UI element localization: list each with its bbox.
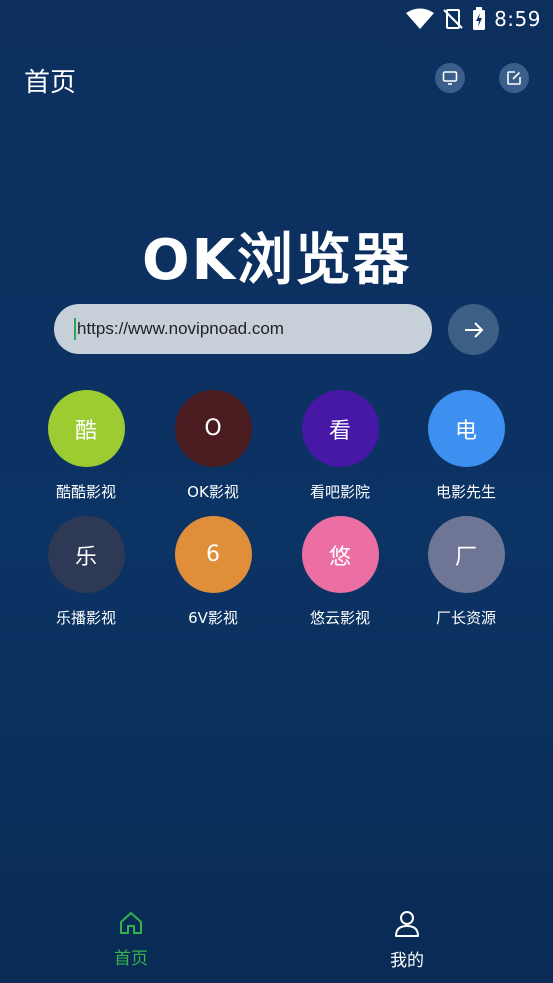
shortcut-item[interactable]: 看 看吧影院 [277, 390, 403, 502]
nav-mine[interactable]: 我的 [347, 910, 467, 971]
shortcut-label: 6V影视 [188, 609, 238, 627]
shortcut-icon: 酷 [47, 390, 125, 467]
shortcut-icon: 悠 [301, 516, 379, 593]
shortcut-icon: 乐 [47, 516, 125, 593]
shortcut-icon: 看 [301, 390, 379, 467]
shortcut-icon: 6 [174, 516, 252, 593]
shortcut-label: 乐播影视 [55, 609, 116, 627]
page-title: 首页 [24, 68, 77, 98]
shortcut-item[interactable]: 乐 乐播影视 [23, 516, 149, 628]
tv-icon [442, 71, 458, 85]
shortcut-icon: 厂 [427, 516, 505, 593]
shortcut-label: 电影先生 [435, 483, 496, 501]
url-input[interactable]: https://www.novipnoad.com [54, 304, 432, 354]
tv-cast-button[interactable] [435, 63, 465, 93]
arrow-right-icon [464, 321, 483, 338]
url-text: https://www.novipnoad.com [77, 319, 284, 338]
user-icon [395, 911, 419, 937]
shortcut-icon: 电 [427, 390, 505, 467]
shortcut-item[interactable]: 电 电影先生 [403, 390, 529, 502]
battery-charging-icon [473, 7, 486, 30]
bottom-nav: 首页 我的 [0, 900, 553, 983]
go-button[interactable] [448, 304, 499, 355]
edit-icon [507, 71, 521, 85]
shortcut-item[interactable]: 6 6V影视 [150, 516, 276, 628]
text-cursor [74, 318, 76, 340]
app-logo: OK浏览器 [142, 228, 411, 293]
no-signal-icon [443, 9, 463, 29]
shortcut-icon: O [174, 390, 252, 467]
edit-button[interactable] [499, 63, 529, 93]
nav-home-label: 首页 [114, 949, 148, 969]
shortcut-label: 厂长资源 [435, 609, 496, 627]
shortcut-label: 酷酷影视 [55, 483, 116, 501]
shortcut-label: 悠云影视 [309, 609, 370, 627]
wifi-icon [406, 8, 435, 29]
nav-home[interactable]: 首页 [71, 910, 191, 969]
shortcut-label: OK影视 [187, 483, 239, 501]
status-time: 8:59 [494, 7, 541, 31]
nav-mine-label: 我的 [390, 951, 424, 971]
home-icon [120, 912, 142, 934]
shortcut-item[interactable]: 厂 厂长资源 [403, 516, 529, 628]
shortcut-item[interactable]: O OK影视 [150, 390, 276, 502]
shortcut-item[interactable]: 酷 酷酷影视 [23, 390, 149, 502]
status-bar: 8:59 [0, 0, 553, 38]
shortcut-label: 看吧影院 [309, 483, 370, 501]
shortcut-item[interactable]: 悠 悠云影视 [277, 516, 403, 628]
